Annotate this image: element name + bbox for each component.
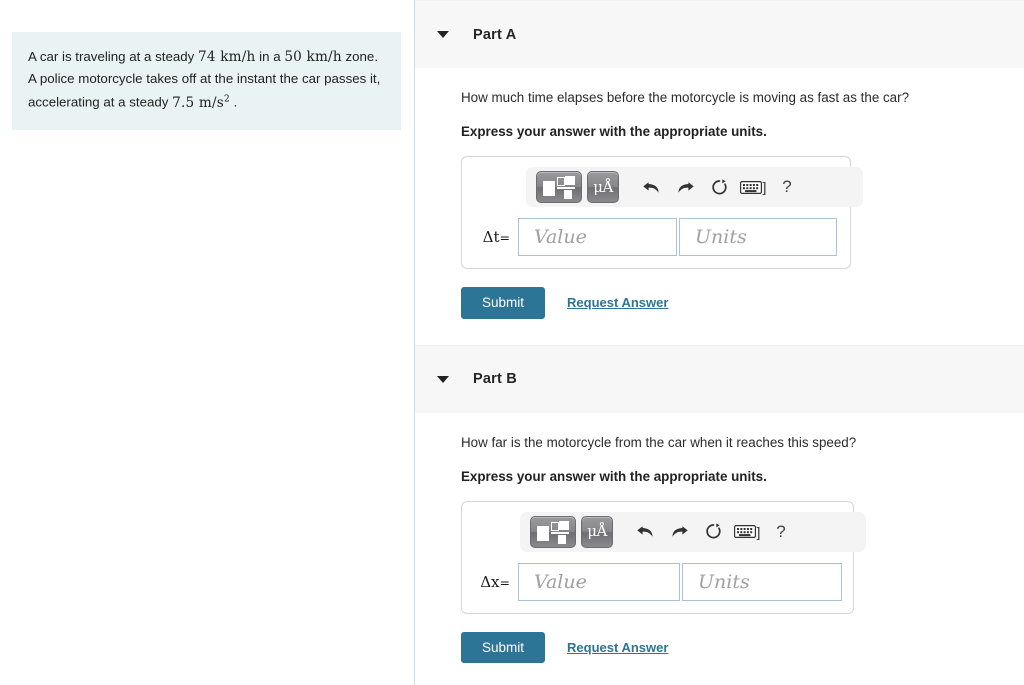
math-template-icon[interactable] [536,171,582,203]
part-b-equals-sign: = [499,574,510,590]
part-block-a: Part A How much time elapses before the … [415,0,1024,319]
part-b-submit-row: Submit Request Answer [461,631,1024,663]
part-a-units-input[interactable]: Units [679,218,837,256]
problem-text-2: in a [255,49,285,64]
part-b-submit-button[interactable]: Submit [461,631,546,663]
problem-value-acceleration: 7.5 m/s2 [172,94,230,111]
keyboard-icon[interactable]: ] [736,172,770,202]
keyboard-icon[interactable]: ] [730,517,764,547]
help-label: ? [782,177,792,196]
problem-pane: A car is traveling at a steady 74 km/h i… [0,0,415,685]
reset-circular-arrow-icon[interactable] [696,517,730,547]
part-b-body: How far is the motorcycle from the car w… [415,413,1024,663]
reset-circular-arrow-icon[interactable] [702,172,736,202]
part-b-variable-label: Δx= [474,573,518,591]
part-a-answer-box: μÅ] ? Δt= Value Units [461,156,863,269]
part-a-value-input[interactable]: Value [518,218,677,256]
part-a-units-placeholder: Units [695,226,747,248]
units-micro-angstrom-icon[interactable]: μÅ [587,171,619,203]
redo-arrow-icon[interactable] [668,172,702,202]
part-a-variable-symbol: Δt [482,228,500,246]
problem-text-1: A car is traveling at a steady [28,49,198,64]
part-b-toolbar: μÅ] ? [520,511,866,552]
keyboard-bracket: ] [762,179,767,195]
parts-pane: Part A How much time elapses before the … [415,0,1024,685]
undo-arrow-icon[interactable] [628,517,662,547]
page-root: A car is traveling at a steady 74 km/h i… [0,0,1024,685]
part-b-header[interactable]: Part B [415,344,1024,413]
problem-value-acceleration-number: 7.5 m/s [172,94,224,111]
part-b-answer-box: μÅ] ? Δx= Value Units [461,500,866,614]
part-a-submit-row: Submit Request Answer [461,287,1024,319]
part-a-value-row: Δt= Value Units [474,218,838,256]
problem-value-zone-limit: 50 km/h [284,49,342,65]
part-b-value-input[interactable]: Value [518,562,680,601]
part-a-question: How much time elapses before the motorcy… [461,90,910,105]
keyboard-bracket: ] [756,523,761,540]
parts-spacer [415,319,1024,345]
part-a-header[interactable]: Part A [415,0,1024,68]
part-a-value-placeholder: Value [534,226,587,248]
units-label: μÅ [587,522,607,540]
units-label: μÅ [593,177,613,196]
math-template-icon[interactable] [530,515,576,548]
part-b-units-placeholder: Units [698,570,750,593]
part-b-value-placeholder: Value [534,570,587,593]
redo-arrow-icon[interactable] [662,517,696,547]
part-a-toolbar: μÅ] ? [526,167,863,207]
part-a-equals-sign: = [499,230,510,245]
part-block-b: Part B How far is the motorcycle from th… [415,344,1024,663]
part-a-variable-label: Δt= [474,228,518,246]
collapse-caret-icon[interactable] [437,375,449,383]
help-label: ? [776,521,786,541]
part-a-submit-button[interactable]: Submit [461,287,546,319]
help-question-icon[interactable]: ? [770,172,804,202]
undo-arrow-icon[interactable] [634,172,668,202]
help-question-icon[interactable]: ? [764,517,798,547]
part-b-instruction: Express your answer with the appropriate… [461,468,767,484]
math-template-glyph [542,176,576,199]
part-a-instruction: Express your answer with the appropriate… [461,124,767,139]
problem-value-speed-car: 74 km/h [198,49,256,65]
problem-statement: A car is traveling at a steady 74 km/h i… [12,32,401,130]
collapse-caret-icon[interactable] [437,31,449,38]
part-b-value-row: Δx= Value Units [474,562,842,601]
part-b-units-input[interactable]: Units [682,562,842,601]
part-a-request-answer-link[interactable]: Request Answer [567,295,668,310]
math-template-glyph [536,520,570,544]
problem-text-4: . [229,94,238,110]
part-b-variable-symbol: Δx [480,572,500,591]
part-a-title: Part A [473,26,517,43]
part-b-title: Part B [473,371,517,387]
part-a-body: How much time elapses before the motorcy… [415,68,1024,319]
part-b-question: How far is the motorcycle from the car w… [461,434,857,450]
units-micro-angstrom-icon[interactable]: μÅ [581,515,613,548]
part-b-request-answer-link[interactable]: Request Answer [567,640,668,655]
